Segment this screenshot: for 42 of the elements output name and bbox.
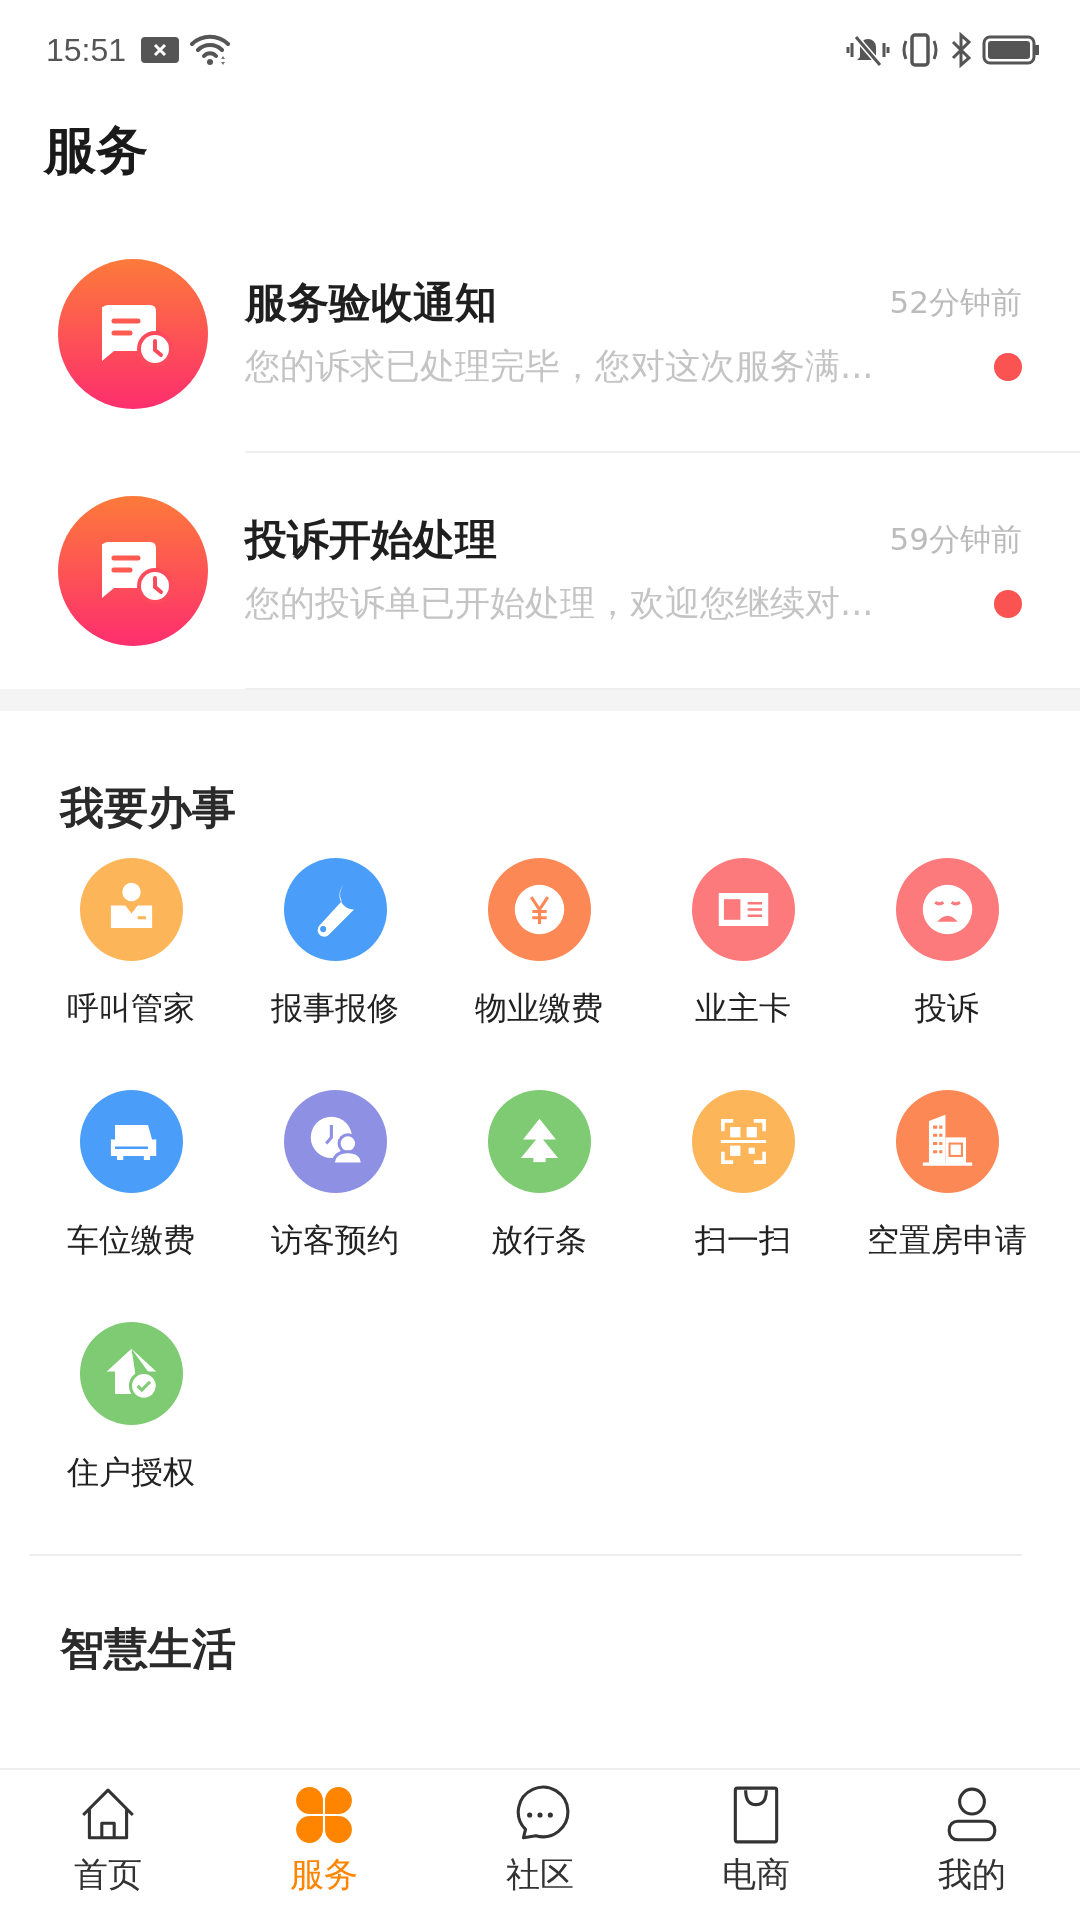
service-label[interactable]: 空置房申请 [867, 1219, 1027, 1263]
tab[interactable]: 我的 [864, 1770, 1080, 1920]
bluetooth-icon [950, 32, 972, 68]
service-label[interactable]: 业主卡 [695, 987, 791, 1031]
scan-icon[interactable] [691, 1090, 795, 1193]
service-label[interactable]: 呼叫管家 [67, 987, 195, 1031]
wifi-icon [190, 33, 231, 67]
building-icon[interactable] [895, 1090, 999, 1193]
car-icon[interactable] [79, 1090, 183, 1193]
notice-preview: 您的诉求已处理完毕，您对这次服务满... [245, 345, 874, 388]
section-title: 智慧生活 [60, 1622, 237, 1676]
service-label[interactable]: 投诉 [915, 987, 979, 1031]
sad-face-icon[interactable] [895, 858, 999, 961]
vibrate-icon [900, 33, 940, 67]
yen-coin-icon[interactable] [487, 858, 591, 961]
notice-time: 59分钟前 [889, 520, 1022, 559]
message-clock-icon [58, 495, 208, 646]
section-title: 我要办事 [58, 781, 237, 835]
service-label[interactable]: 扫一扫 [695, 1219, 791, 1263]
battery-icon [982, 35, 1040, 65]
id-card-icon[interactable] [691, 858, 795, 961]
message-clock-icon [58, 258, 208, 409]
tab[interactable]: 首页 [0, 1770, 216, 1920]
butler-icon[interactable] [79, 858, 183, 961]
service-label[interactable]: 访客预约 [271, 1219, 399, 1263]
service-label[interactable]: 报事报修 [271, 987, 399, 1031]
sim-card-icon [140, 36, 181, 64]
service-label[interactable]: 物业缴费 [475, 987, 603, 1031]
notice-time: 52分钟前 [889, 283, 1022, 322]
notice-title: 服务验收通知 [245, 277, 497, 329]
notice-title: 投诉开始处理 [245, 514, 497, 566]
notice-preview: 您的投诉单已开始处理，欢迎您继续对... [245, 582, 874, 625]
tab[interactable]: 电商 [648, 1770, 864, 1920]
service-label[interactable]: 车位缴费 [67, 1219, 195, 1263]
visitor-clock-icon[interactable] [283, 1090, 387, 1193]
muted-bell-icon [846, 33, 890, 67]
service-label[interactable]: 住户授权 [67, 1451, 195, 1495]
page-title: 服务 [44, 119, 149, 182]
status-time: 15:51 [46, 31, 127, 69]
tab[interactable]: 社区 [432, 1770, 648, 1920]
service-label[interactable]: 放行条 [491, 1219, 587, 1263]
clover-icon [293, 1784, 355, 1846]
